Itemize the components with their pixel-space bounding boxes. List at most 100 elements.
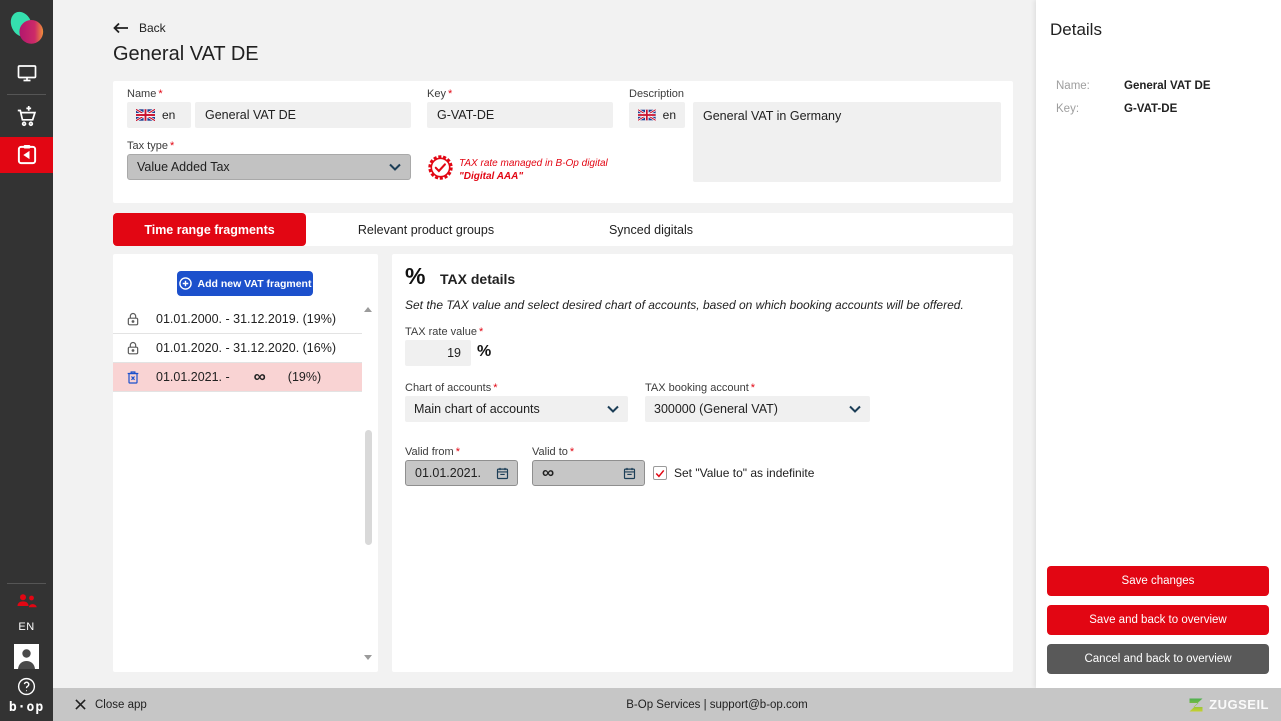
app-window: EN b·op Back General VAT DE Name * en Ge… <box>0 0 1281 721</box>
close-app-label: Close app <box>95 698 147 711</box>
description-textarea[interactable]: General VAT in Germany <box>693 102 1001 182</box>
sidebar-item-profile[interactable] <box>0 643 53 670</box>
required-mark: * <box>569 446 575 458</box>
zugseil-wordmark: ZUGSEIL <box>1209 697 1269 712</box>
fragment-row-selected[interactable]: 01.01.2021. - ∞ (19%) <box>113 363 362 392</box>
sidebar-item-tax-active[interactable] <box>0 137 53 173</box>
description-language-selector[interactable]: en <box>629 102 685 128</box>
required-mark: * <box>447 88 453 100</box>
valid-to-label: Valid to * <box>532 446 575 458</box>
add-vat-fragment-button[interactable]: Add new VAT fragment <box>177 271 313 296</box>
chevron-down-icon <box>607 405 619 413</box>
managed-note: TAX rate managed in B-Op digital "Digita… <box>459 157 608 183</box>
seal-check-icon <box>428 155 453 180</box>
required-mark: * <box>493 382 498 394</box>
fragment-row[interactable]: 01.01.2000. - 31.12.2019. (19%) <box>113 305 362 334</box>
scroll-up-arrow[interactable] <box>363 305 373 315</box>
name-language-selector[interactable]: en <box>127 102 191 128</box>
valid-to-field[interactable]: ∞ <box>532 460 645 486</box>
infinity-icon: ∞ <box>542 463 555 482</box>
clipboard-back-icon <box>17 145 36 165</box>
valid-from-label: Valid from * <box>405 446 460 458</box>
fragment-row-text: 01.01.2000. - 31.12.2019. (19%) <box>156 312 336 326</box>
save-changes-button[interactable]: Save changes <box>1047 566 1269 596</box>
required-mark: * <box>750 382 756 394</box>
name-input[interactable] <box>195 102 411 128</box>
monitor-icon <box>17 65 36 82</box>
tax-details-title: TAX details <box>440 271 516 287</box>
chart-of-accounts-value: Main chart of accounts <box>414 402 540 416</box>
back-arrow-icon <box>113 22 128 34</box>
indefinite-checkbox[interactable] <box>653 466 667 480</box>
help-icon <box>17 677 36 695</box>
fragment-row-text: 01.01.2020. - 31.12.2020. (16%) <box>156 341 336 355</box>
valid-from-field[interactable]: 01.01.2021. <box>405 460 518 486</box>
close-app-button[interactable]: Close app <box>75 688 147 721</box>
sidebar-item-shop[interactable] <box>0 100 53 134</box>
general-form-card: Name* en Tax type* Value Added Tax Key* <box>113 81 1013 203</box>
managed-note-line1: TAX rate managed in B-Op digital <box>459 158 608 169</box>
back-button[interactable]: Back <box>113 21 166 35</box>
name-label: Name * <box>127 88 163 100</box>
tax-type-label: Tax type * <box>127 140 175 152</box>
cart-plus-icon <box>17 105 36 127</box>
tab-relevant-product-groups[interactable]: Relevant product groups <box>306 213 546 246</box>
bop-logo: b·op <box>0 698 53 716</box>
zugseil-brand: ZUGSEIL <box>1188 688 1269 721</box>
app-logo[interactable] <box>0 8 53 50</box>
details-sidebar: Details Name: General VAT DE Key: G-VAT-… <box>1036 0 1281 688</box>
close-icon <box>75 699 86 710</box>
footer-bar: Close app B-Op Services | support@b-op.c… <box>53 688 1281 721</box>
sidebar-item-help[interactable] <box>0 675 53 697</box>
fragment-list-panel: Add new VAT fragment 01.01.2000. - 31.12… <box>113 254 378 672</box>
tax-rate-input[interactable] <box>405 340 471 366</box>
tax-details-subtitle: Set the TAX value and select desired cha… <box>405 298 964 312</box>
tax-type-value: Value Added Tax <box>137 160 230 174</box>
required-mark: * <box>158 88 163 100</box>
description-language-code: en <box>662 108 676 122</box>
language-switcher[interactable]: EN <box>0 619 53 635</box>
fragment-rows: 01.01.2000. - 31.12.2019. (19%) 01.01.20… <box>113 305 362 392</box>
chevron-down-icon <box>389 163 401 171</box>
required-mark: * <box>455 446 460 458</box>
page-title: General VAT DE <box>113 43 259 65</box>
check-icon <box>655 469 665 477</box>
managed-note-line2: "Digital AAA" <box>459 171 524 182</box>
percent-icon: % <box>405 263 426 289</box>
tab-synced-digitals[interactable]: Synced digitals <box>546 213 756 246</box>
zugseil-z-icon <box>1189 698 1203 711</box>
sidebar-item-users[interactable] <box>0 590 53 612</box>
calendar-icon <box>623 467 636 479</box>
chart-of-accounts-label: Chart of accounts * <box>405 382 498 394</box>
circle-plus-icon <box>178 277 192 290</box>
booking-account-select[interactable]: 300000 (General VAT) <box>645 396 870 422</box>
details-key-value: G-VAT-DE <box>1124 103 1178 115</box>
scroll-down-arrow[interactable] <box>363 652 373 662</box>
tax-type-select[interactable]: Value Added Tax <box>127 154 411 180</box>
back-label: Back <box>139 21 166 35</box>
tab-time-range-fragments[interactable]: Time range fragments <box>113 213 306 246</box>
details-title: Details <box>1050 20 1102 39</box>
key-input[interactable] <box>427 102 613 128</box>
required-mark: * <box>169 140 175 152</box>
calendar-icon <box>496 467 509 479</box>
delete-fragment-icon[interactable] <box>125 369 142 386</box>
sidebar: EN b·op <box>0 0 53 721</box>
fragment-row[interactable]: 01.01.2020. - 31.12.2020. (16%) <box>113 334 362 363</box>
chart-of-accounts-select[interactable]: Main chart of accounts <box>405 396 628 422</box>
footer-support-text: B-Op Services | support@b-op.com <box>626 698 808 711</box>
booking-account-label: TAX booking account * <box>645 382 756 394</box>
save-and-back-button[interactable]: Save and back to overview <box>1047 605 1269 635</box>
lock-icon <box>125 311 142 328</box>
brand-logo-icon <box>10 11 43 44</box>
sidebar-item-devices[interactable] <box>0 57 53 89</box>
indefinite-checkbox-label[interactable]: Set "Value to" as indefinite <box>674 466 814 480</box>
sidebar-divider <box>7 94 46 95</box>
key-label: Key * <box>427 88 453 100</box>
scrollbar-thumb[interactable] <box>365 430 372 545</box>
lock-icon <box>125 340 142 357</box>
bop-logo-text: b·op <box>8 699 45 715</box>
cancel-and-back-button[interactable]: Cancel and back to overview <box>1047 644 1269 674</box>
managed-badge <box>427 154 454 186</box>
booking-account-value: 300000 (General VAT) <box>654 402 778 416</box>
